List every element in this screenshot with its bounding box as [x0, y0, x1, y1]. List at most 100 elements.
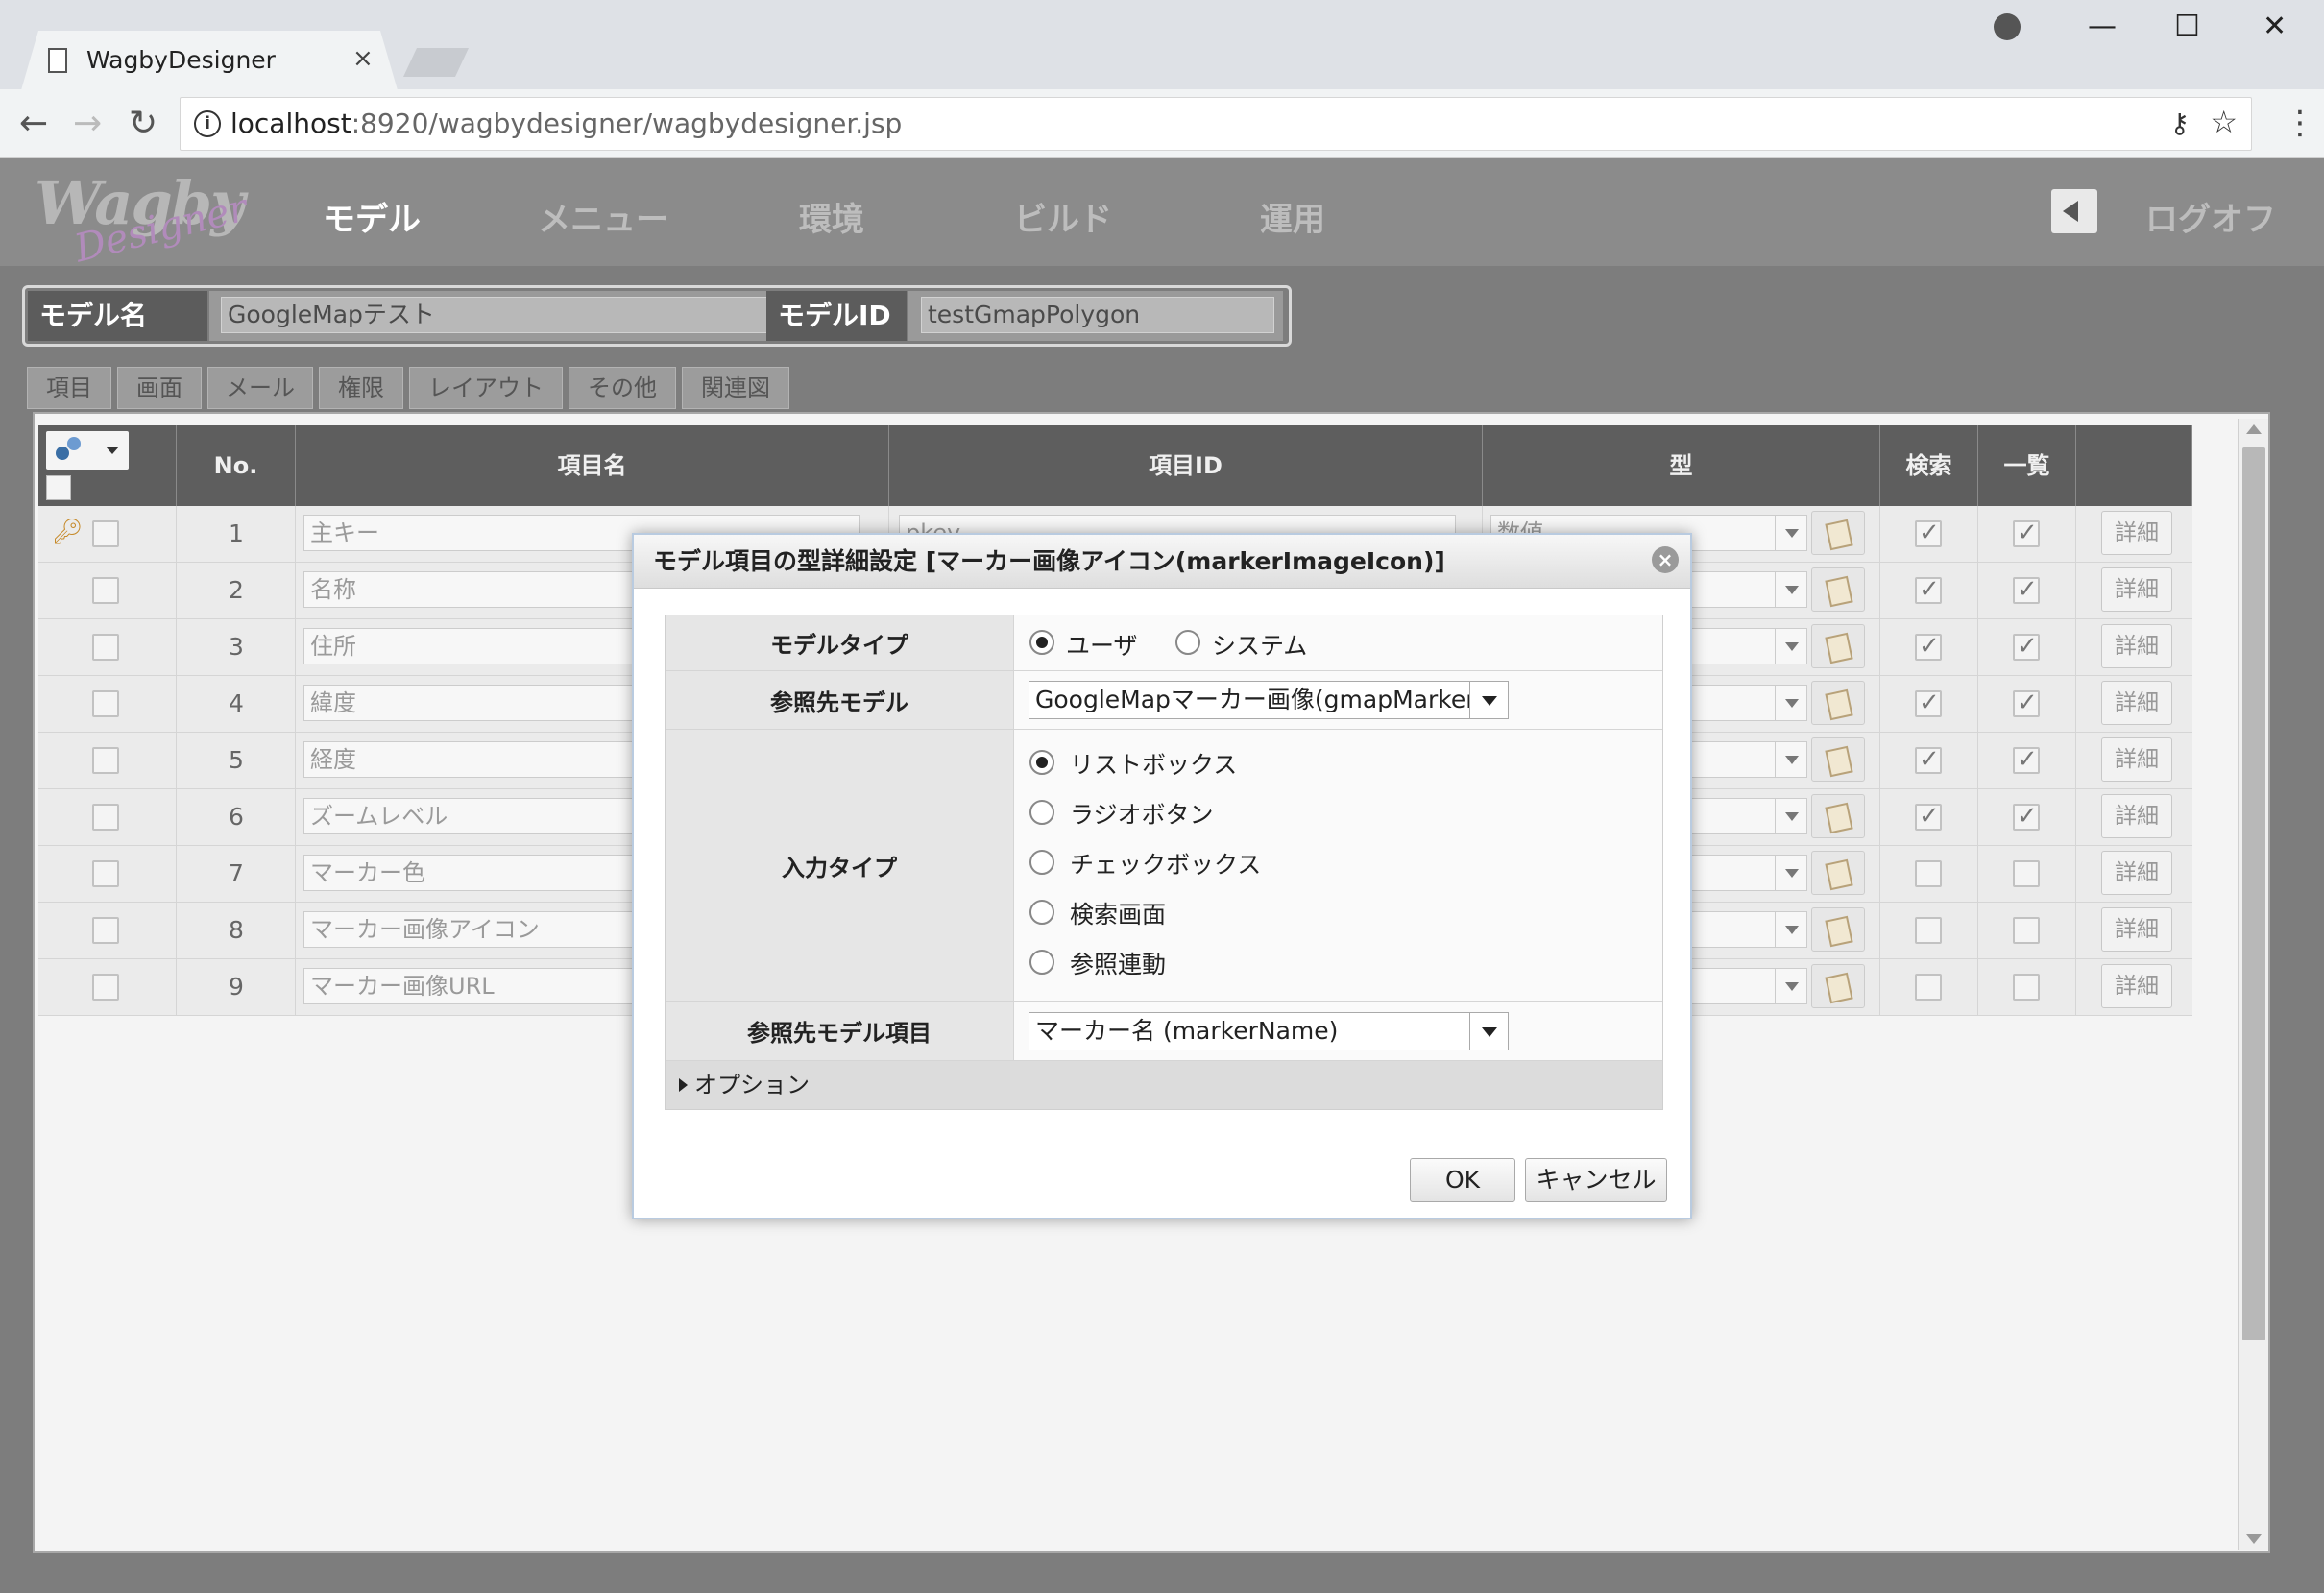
radio-user[interactable]: [1029, 630, 1054, 655]
chevron-down-icon[interactable]: [1775, 911, 1807, 948]
nav-operation[interactable]: 運用: [1260, 193, 1325, 240]
tab-screen[interactable]: 画面: [117, 367, 202, 409]
list-checkbox[interactable]: [2013, 860, 2040, 887]
speaker-icon[interactable]: [2051, 189, 2097, 233]
chevron-down-icon[interactable]: [1469, 1013, 1508, 1050]
detail-button[interactable]: 詳細: [2101, 511, 2172, 555]
edit-type-icon[interactable]: [1811, 511, 1865, 555]
radio-system-label[interactable]: システム: [1212, 627, 1307, 662]
row-checkbox[interactable]: [92, 974, 119, 1001]
radio-system[interactable]: [1175, 630, 1200, 655]
row-checkbox[interactable]: [92, 860, 119, 887]
row-checkbox[interactable]: [92, 804, 119, 831]
chevron-down-icon[interactable]: [1775, 628, 1807, 664]
detail-button[interactable]: 詳細: [2101, 851, 2172, 895]
list-checkbox[interactable]: [2013, 519, 2040, 547]
new-tab-button[interactable]: [403, 48, 469, 77]
edit-type-icon[interactable]: [1811, 964, 1865, 1008]
edit-type-icon[interactable]: [1811, 737, 1865, 782]
forward-button[interactable]: →: [73, 104, 102, 143]
search-checkbox[interactable]: [1915, 575, 1942, 604]
chevron-down-icon[interactable]: [1775, 855, 1807, 891]
row-checkbox[interactable]: [92, 520, 119, 547]
edit-type-icon[interactable]: [1811, 907, 1865, 952]
address-bar[interactable]: i localhost:8920/wagbydesigner/wagbydesi…: [180, 97, 2252, 151]
chevron-down-icon[interactable]: [1775, 741, 1807, 778]
row-checkbox[interactable]: [92, 577, 119, 604]
info-icon[interactable]: i: [194, 110, 221, 137]
detail-button[interactable]: 詳細: [2101, 567, 2172, 612]
radio-checkbox-label[interactable]: チェックボックス: [1070, 846, 1261, 881]
model-id-input[interactable]: testGmapPolygon: [921, 297, 1274, 333]
list-checkbox[interactable]: [2013, 974, 2040, 1001]
chevron-down-icon[interactable]: [1775, 515, 1807, 551]
tab-close-icon[interactable]: ×: [352, 44, 374, 73]
url-text[interactable]: localhost:8920/wagbydesigner/wagbydesign…: [230, 108, 902, 139]
edit-type-icon[interactable]: [1811, 624, 1865, 668]
radio-radiobutton-label[interactable]: ラジオボタン: [1070, 796, 1214, 831]
cancel-button[interactable]: キャンセル: [1525, 1158, 1667, 1202]
scroll-down-icon[interactable]: [2246, 1534, 2262, 1544]
detail-button[interactable]: 詳細: [2101, 624, 2172, 668]
chevron-down-icon[interactable]: [1775, 968, 1807, 1004]
nav-model[interactable]: モデル: [323, 193, 421, 240]
tab-permission[interactable]: 権限: [319, 367, 403, 409]
search-checkbox[interactable]: [1915, 745, 1942, 774]
radio-search-screen[interactable]: [1029, 900, 1054, 925]
radio-ref-link-label[interactable]: 参照連動: [1070, 946, 1166, 980]
radio-listbox[interactable]: [1029, 750, 1054, 775]
close-window-button[interactable]: ✕: [2263, 10, 2287, 43]
logoff-link[interactable]: ログオフ: [2145, 193, 2276, 240]
chevron-down-icon[interactable]: [1775, 798, 1807, 834]
list-checkbox[interactable]: [2013, 802, 2040, 831]
edit-type-icon[interactable]: [1811, 681, 1865, 725]
detail-button[interactable]: 詳細: [2101, 964, 2172, 1008]
maximize-button[interactable]: ☐: [2174, 10, 2200, 43]
ref-model-select[interactable]: GoogleMapマーカー画像(gmapMarkerImage): [1029, 681, 1509, 719]
nav-menu[interactable]: メニュー: [538, 193, 668, 240]
search-checkbox[interactable]: [1915, 688, 1942, 717]
edit-type-icon[interactable]: [1811, 851, 1865, 895]
edit-type-icon[interactable]: [1811, 794, 1865, 838]
chevron-down-icon[interactable]: [1469, 682, 1508, 718]
nav-build[interactable]: ビルド: [1014, 193, 1112, 240]
list-checkbox[interactable]: [2013, 688, 2040, 717]
radio-user-label[interactable]: ユーザ: [1066, 627, 1138, 662]
radio-search-screen-label[interactable]: 検索画面: [1070, 896, 1166, 930]
search-checkbox[interactable]: [1915, 974, 1942, 1001]
profile-icon[interactable]: [1994, 13, 2021, 40]
browser-menu-icon[interactable]: ⋮: [2284, 104, 2316, 142]
dialog-close-icon[interactable]: ×: [1652, 546, 1679, 573]
list-checkbox[interactable]: [2013, 632, 2040, 661]
select-all-checkbox[interactable]: [46, 475, 71, 500]
detail-button[interactable]: 詳細: [2101, 907, 2172, 952]
list-checkbox[interactable]: [2013, 575, 2040, 604]
ok-button[interactable]: OK: [1410, 1158, 1515, 1202]
ref-item-select[interactable]: マーカー名 (markerName): [1029, 1012, 1509, 1050]
chevron-down-icon[interactable]: [1775, 571, 1807, 608]
nav-environment[interactable]: 環境: [799, 193, 864, 240]
search-checkbox[interactable]: [1915, 802, 1942, 831]
scroll-up-icon[interactable]: [2246, 424, 2262, 434]
row-checkbox[interactable]: [92, 917, 119, 944]
tab-mail[interactable]: メール: [207, 367, 313, 409]
row-checkbox[interactable]: [92, 690, 119, 717]
back-button[interactable]: ←: [19, 104, 48, 143]
key-icon[interactable]: ⚷: [2169, 108, 2190, 139]
search-checkbox[interactable]: [1915, 519, 1942, 547]
minimize-button[interactable]: —: [2088, 10, 2117, 43]
radio-checkbox[interactable]: [1029, 850, 1054, 875]
tab-items[interactable]: 項目: [27, 367, 111, 409]
vertical-scrollbar[interactable]: [2238, 419, 2268, 1550]
tab-title[interactable]: WagbyDesigner: [86, 46, 276, 74]
radio-radiobutton[interactable]: [1029, 800, 1054, 825]
search-checkbox[interactable]: [1915, 860, 1942, 887]
model-name-input[interactable]: GoogleMapテスト: [221, 297, 768, 333]
chevron-down-icon[interactable]: [1775, 685, 1807, 721]
column-settings-button[interactable]: [46, 431, 129, 470]
row-checkbox[interactable]: [92, 634, 119, 661]
bookmark-star-icon[interactable]: ☆: [2210, 104, 2238, 140]
search-checkbox[interactable]: [1915, 917, 1942, 944]
tab-layout[interactable]: レイアウト: [409, 367, 563, 409]
detail-button[interactable]: 詳細: [2101, 794, 2172, 838]
